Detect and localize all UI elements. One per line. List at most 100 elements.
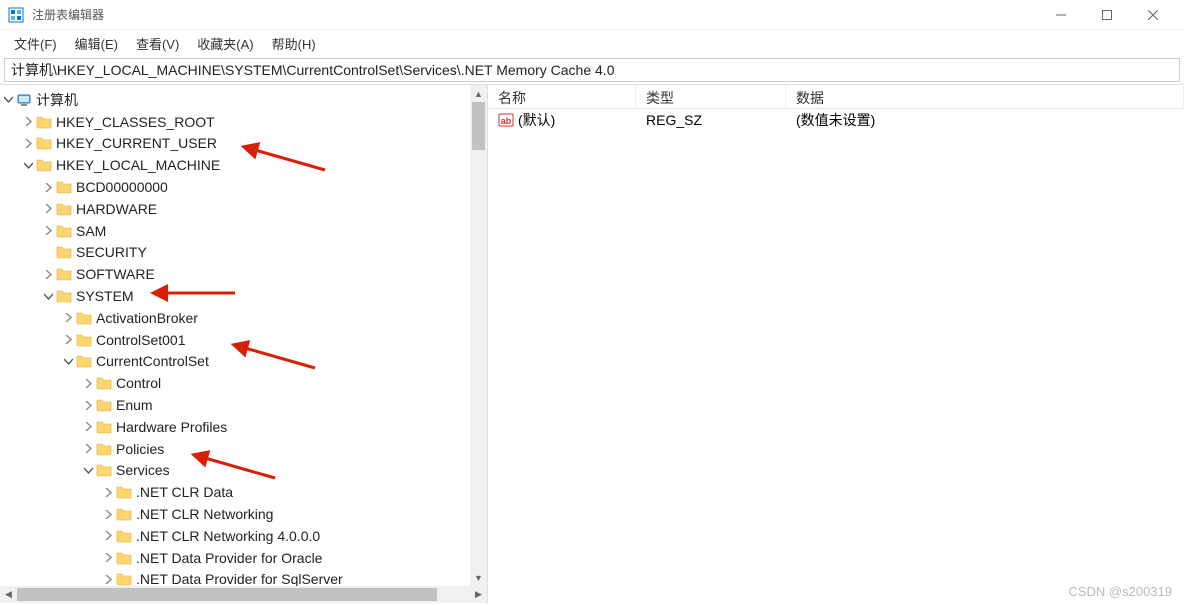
folder-icon — [116, 484, 132, 500]
menu-help[interactable]: 帮助(H) — [264, 31, 324, 56]
menu-edit[interactable]: 编辑(E) — [67, 31, 126, 56]
chevron-right-icon[interactable] — [60, 310, 76, 326]
tree-item[interactable]: .NET Data Provider for Oracle — [0, 547, 487, 569]
chevron-right-icon[interactable] — [60, 332, 76, 348]
tree-item[interactable]: .NET CLR Data — [0, 481, 487, 503]
tree-item[interactable]: HKEY_LOCAL_MACHINE — [0, 154, 487, 176]
chevron-right-icon[interactable] — [80, 419, 96, 435]
chevron-right-icon[interactable] — [100, 484, 116, 500]
tree-item[interactable]: 计算机 — [0, 89, 487, 111]
chevron-right-icon[interactable] — [80, 397, 96, 413]
cell-data: (数值未设置) — [786, 110, 1184, 130]
chevron-right-icon[interactable] — [100, 506, 116, 522]
scroll-thumb[interactable] — [472, 102, 485, 150]
chevron-right-icon[interactable] — [20, 114, 36, 130]
tree-item-label: Control — [116, 375, 161, 391]
menu-file[interactable]: 文件(F) — [6, 31, 65, 56]
window-title: 注册表编辑器 — [32, 6, 1038, 23]
tree-horizontal-scrollbar[interactable]: ◀ ▶ — [0, 586, 487, 603]
close-button[interactable] — [1130, 0, 1176, 30]
folder-icon — [96, 397, 112, 413]
scroll-right-icon[interactable]: ▶ — [470, 586, 487, 603]
chevron-right-icon[interactable] — [40, 223, 56, 239]
chevron-down-icon[interactable] — [20, 157, 36, 173]
tree-item[interactable]: .NET Data Provider for SqlServer — [0, 569, 487, 586]
minimize-button[interactable] — [1038, 0, 1084, 30]
chevron-right-icon[interactable] — [100, 528, 116, 544]
scroll-left-icon[interactable]: ◀ — [0, 586, 17, 603]
value-name: (默认) — [518, 110, 555, 130]
tree-item-label: Enum — [116, 397, 153, 413]
tree-item[interactable]: SOFTWARE — [0, 263, 487, 285]
folder-icon — [56, 223, 72, 239]
scroll-track[interactable] — [17, 586, 470, 603]
maximize-button[interactable] — [1084, 0, 1130, 30]
column-type[interactable]: 类型 — [636, 85, 786, 108]
tree-item-label: Services — [116, 462, 170, 478]
address-text: 计算机\HKEY_LOCAL_MACHINE\SYSTEM\CurrentCon… — [11, 60, 614, 80]
chevron-right-icon[interactable] — [20, 135, 36, 151]
tree-item-label: 计算机 — [36, 90, 78, 110]
tree-item[interactable]: BCD00000000 — [0, 176, 487, 198]
tree-item[interactable]: ControlSet001 — [0, 329, 487, 351]
chevron-right-icon[interactable] — [80, 375, 96, 391]
chevron-right-icon[interactable] — [80, 441, 96, 457]
list-header: 名称 类型 数据 — [488, 85, 1184, 109]
tree-item[interactable]: ActivationBroker — [0, 307, 487, 329]
folder-icon — [56, 244, 72, 260]
chevron-right-icon[interactable] — [40, 179, 56, 195]
chevron-down-icon[interactable] — [60, 353, 76, 369]
tree-item[interactable]: CurrentControlSet — [0, 351, 487, 373]
chevron-down-icon[interactable] — [40, 288, 56, 304]
tree-body[interactable]: 计算机HKEY_CLASSES_ROOTHKEY_CURRENT_USERHKE… — [0, 85, 487, 586]
folder-icon — [36, 157, 52, 173]
tree-item-label: .NET Data Provider for SqlServer — [136, 571, 343, 586]
list-body[interactable]: (默认)REG_SZ(数值未设置) — [488, 109, 1184, 603]
chevron-right-icon[interactable] — [40, 201, 56, 217]
menu-view[interactable]: 查看(V) — [128, 31, 187, 56]
folder-icon — [116, 571, 132, 586]
tree-item[interactable]: Policies — [0, 438, 487, 460]
chevron-down-icon[interactable] — [80, 462, 96, 478]
scroll-up-icon[interactable]: ▲ — [470, 85, 487, 102]
tree-vertical-scrollbar[interactable]: ▲ ▼ — [470, 85, 487, 586]
tree-item[interactable]: .NET CLR Networking — [0, 503, 487, 525]
chevron-right-icon[interactable] — [100, 571, 116, 586]
chevron-right-icon[interactable] — [100, 550, 116, 566]
menu-favorites[interactable]: 收藏夹(A) — [189, 31, 261, 56]
folder-icon — [56, 201, 72, 217]
tree-item[interactable]: HARDWARE — [0, 198, 487, 220]
folder-icon — [76, 332, 92, 348]
scroll-down-icon[interactable]: ▼ — [470, 569, 487, 586]
column-name[interactable]: 名称 — [488, 85, 636, 108]
chevron-down-icon[interactable] — [0, 92, 16, 108]
tree-item[interactable]: Control — [0, 372, 487, 394]
column-data[interactable]: 数据 — [786, 85, 1184, 108]
tree-item[interactable]: HKEY_CLASSES_ROOT — [0, 111, 487, 133]
tree-item[interactable]: SAM — [0, 220, 487, 242]
folder-icon — [96, 441, 112, 457]
list-row[interactable]: (默认)REG_SZ(数值未设置) — [488, 109, 1184, 130]
folder-icon — [96, 462, 112, 478]
tree-item[interactable]: SECURITY — [0, 242, 487, 264]
tree-item[interactable]: Enum — [0, 394, 487, 416]
folder-icon — [96, 375, 112, 391]
tree-item[interactable]: HKEY_CURRENT_USER — [0, 133, 487, 155]
scroll-track[interactable] — [470, 102, 487, 569]
chevron-right-icon[interactable] — [40, 266, 56, 282]
tree-item[interactable]: Services — [0, 460, 487, 482]
folder-icon — [96, 419, 112, 435]
scroll-thumb[interactable] — [17, 588, 437, 601]
tree-item-label: .NET CLR Networking — [136, 506, 273, 522]
tree-item-label: BCD00000000 — [76, 179, 168, 195]
address-bar[interactable]: 计算机\HKEY_LOCAL_MACHINE\SYSTEM\CurrentCon… — [4, 58, 1180, 82]
folder-icon — [56, 266, 72, 282]
tree-item[interactable]: .NET CLR Networking 4.0.0.0 — [0, 525, 487, 547]
tree-item-label: SAM — [76, 223, 106, 239]
tree-item[interactable]: SYSTEM — [0, 285, 487, 307]
tree-item-label: CurrentControlSet — [96, 353, 209, 369]
tree-item-label: .NET CLR Networking 4.0.0.0 — [136, 528, 320, 544]
tree-item-label: HARDWARE — [76, 201, 157, 217]
tree-item[interactable]: Hardware Profiles — [0, 416, 487, 438]
window-controls — [1038, 0, 1176, 30]
